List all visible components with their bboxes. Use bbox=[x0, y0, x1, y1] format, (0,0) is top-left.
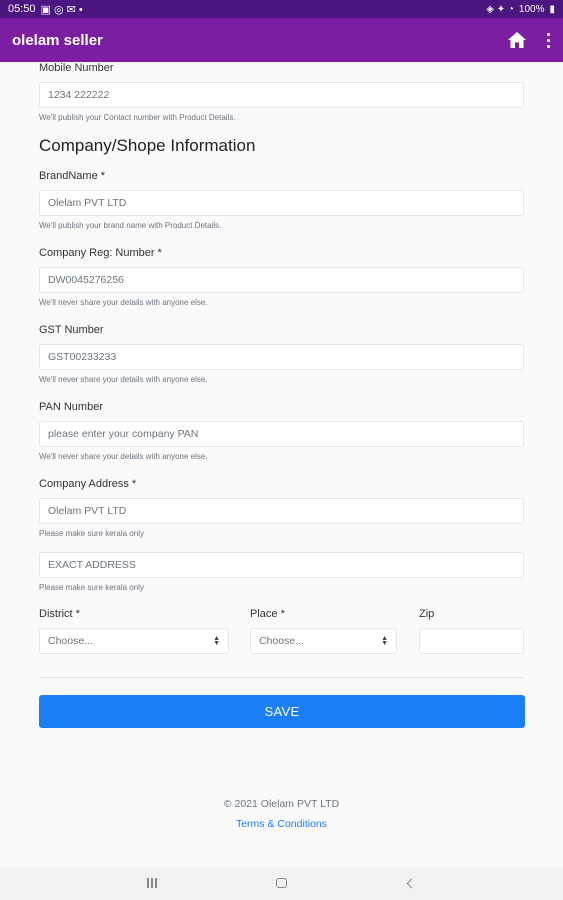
pan-input[interactable]: please enter your company PAN bbox=[39, 421, 524, 447]
address-hint: Please make sure kerala only bbox=[39, 529, 144, 538]
select-arrows-icon: ▲ ▼ bbox=[381, 635, 388, 647]
page-content: Mobile Number 1234 222222 We'll publish … bbox=[0, 62, 563, 866]
mobile-hint: We'll publish your Contact number with P… bbox=[39, 113, 236, 122]
app-bar: olelam seller bbox=[0, 18, 563, 62]
home-icon[interactable] bbox=[507, 31, 527, 49]
status-time: 05:50 bbox=[8, 3, 36, 15]
battery-icon: ▮ bbox=[549, 3, 555, 15]
exact-address-hint: Please make sure kerala only bbox=[39, 583, 144, 592]
system-nav-bar bbox=[0, 866, 563, 900]
more-vert-icon[interactable] bbox=[545, 32, 551, 48]
section-title: Company/Shope Information bbox=[39, 136, 256, 155]
seller-form: Mobile Number 1234 222222 We'll publish … bbox=[39, 62, 525, 866]
place-selected: Choose... bbox=[259, 635, 304, 647]
zip-label: Zip bbox=[419, 608, 435, 620]
address-input[interactable]: Olelam PVT LTD bbox=[39, 498, 524, 524]
recents-icon bbox=[146, 878, 157, 888]
notification-icons: ▣ ◎ ✉ • bbox=[40, 3, 83, 16]
pan-label: PAN Number bbox=[39, 401, 103, 413]
terms-link[interactable]: Terms & Conditions bbox=[0, 818, 563, 830]
mobile-label: Mobile Number bbox=[39, 62, 114, 74]
district-selected: Choose... bbox=[48, 635, 93, 647]
battery-level: 100% bbox=[518, 3, 545, 15]
place-select[interactable]: Choose... ▲ ▼ bbox=[250, 628, 397, 654]
place-label: Place * bbox=[250, 608, 285, 620]
footer-copyright: © 2021 Olelam PVT LTD bbox=[223, 798, 340, 810]
brand-hint: We'll publish your brand name with Produ… bbox=[39, 221, 222, 230]
district-select[interactable]: Choose... ▲ ▼ bbox=[39, 628, 229, 654]
brand-label: BrandName * bbox=[39, 170, 106, 182]
back-button[interactable] bbox=[402, 878, 422, 888]
recents-button[interactable] bbox=[142, 878, 162, 888]
pan-hint: We'll never share your details with anyo… bbox=[39, 452, 208, 461]
reg-label: Company Reg: Number * bbox=[39, 247, 162, 259]
mobile-input[interactable]: 1234 222222 bbox=[39, 82, 524, 108]
select-arrows-icon: ▲ ▼ bbox=[213, 635, 220, 647]
gst-hint: We'll never share your details with anyo… bbox=[39, 375, 208, 384]
back-icon bbox=[406, 878, 417, 888]
reg-hint: We'll never share your details with anyo… bbox=[39, 298, 208, 307]
address-label: Company Address * bbox=[39, 478, 137, 490]
form-divider bbox=[39, 677, 524, 678]
home-nav-icon bbox=[276, 878, 287, 888]
brand-input[interactable]: Olelam PVT LTD bbox=[39, 190, 524, 216]
app-title: olelam seller bbox=[12, 31, 103, 49]
exact-address-input[interactable]: EXACT ADDRESS bbox=[39, 552, 524, 578]
save-button[interactable]: SAVE bbox=[39, 695, 525, 728]
signal-icons: ◈ ✦ ◔ bbox=[486, 3, 514, 15]
gst-input[interactable]: GST00233233 bbox=[39, 344, 524, 370]
status-bar: 05:50 ▣ ◎ ✉ • ◈ ✦ ◔ 100% ▮ bbox=[0, 0, 563, 18]
zip-input[interactable] bbox=[419, 628, 524, 654]
reg-input[interactable]: DW0045276256 bbox=[39, 267, 524, 293]
district-label: District * bbox=[39, 608, 80, 620]
home-nav-button[interactable] bbox=[272, 878, 292, 888]
gst-label: GST Number bbox=[39, 324, 104, 336]
